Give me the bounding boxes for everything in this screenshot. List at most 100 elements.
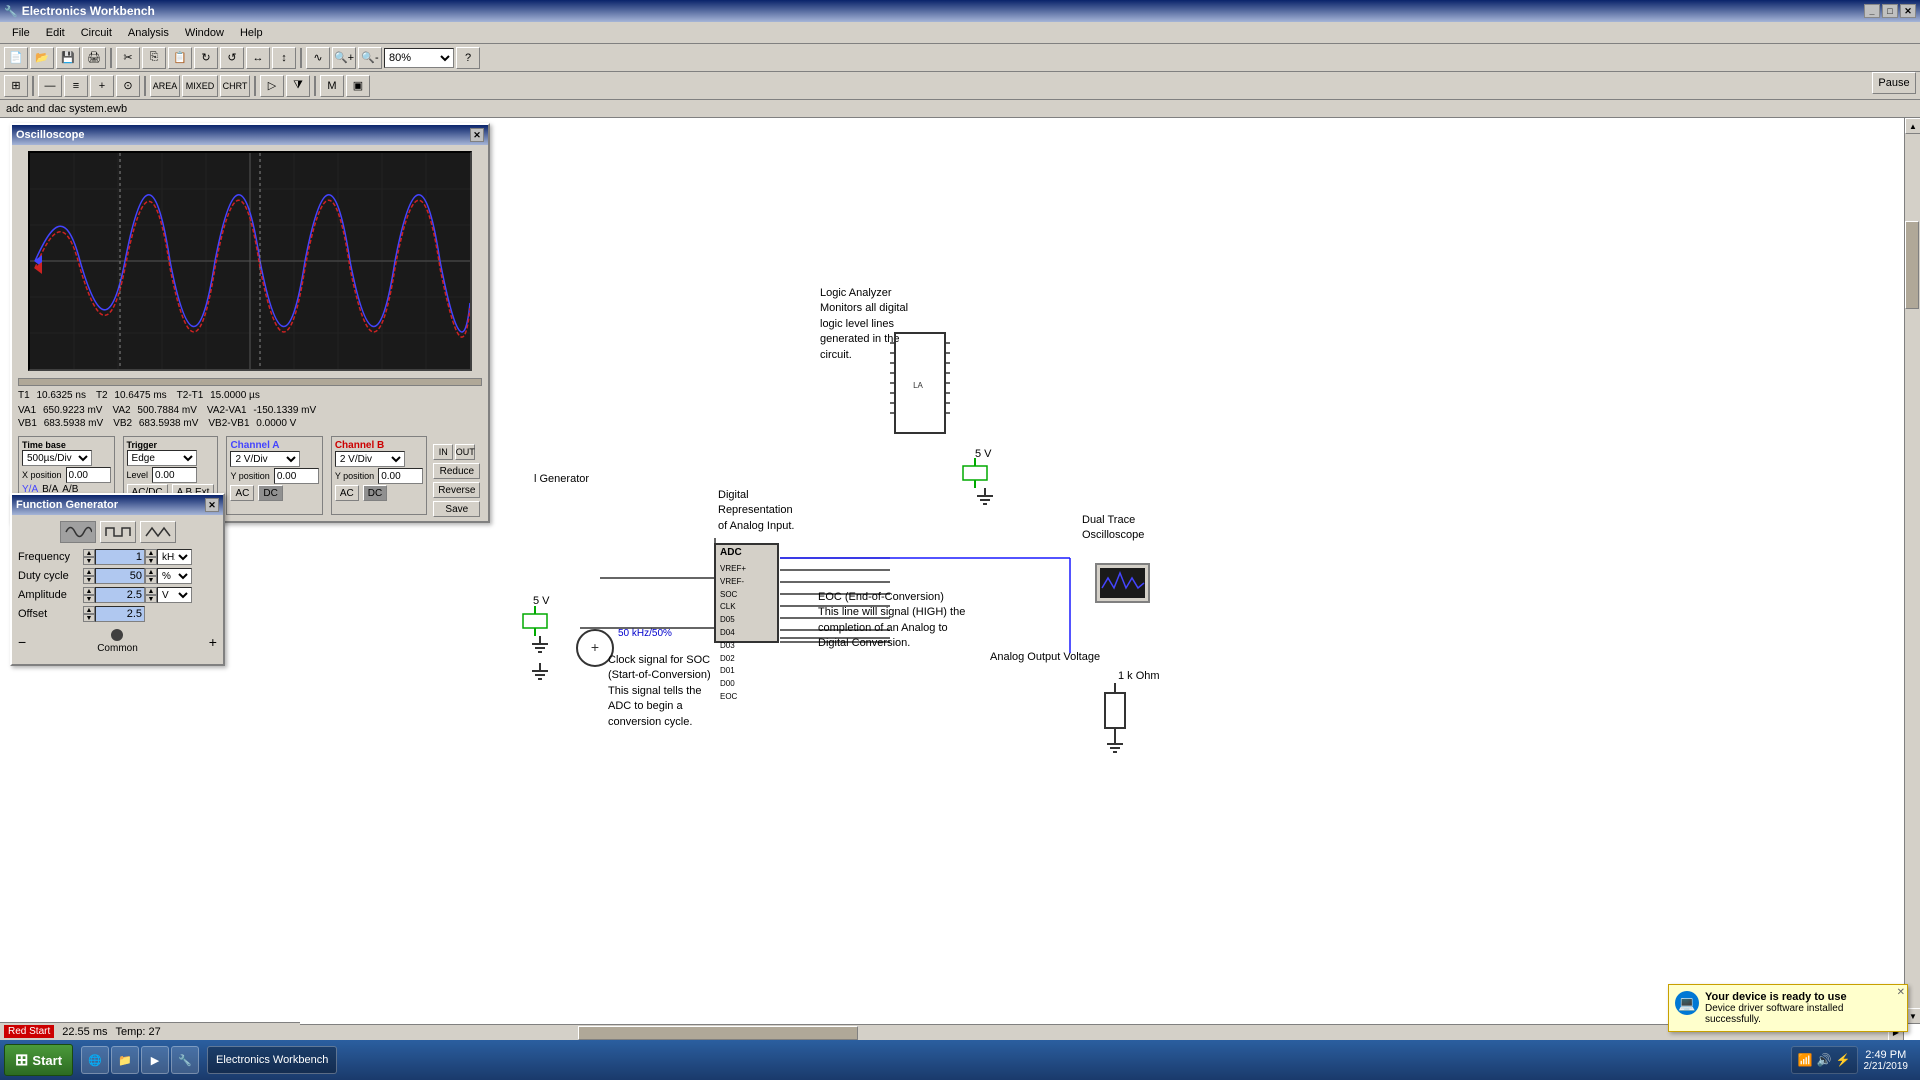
- funcgen-plus-terminal[interactable]: +: [209, 634, 217, 650]
- amp-up[interactable]: ▲: [83, 587, 95, 595]
- notification-subtitle: Device driver software installed success…: [1705, 1003, 1901, 1025]
- reduce-button[interactable]: Reduce: [433, 463, 480, 479]
- trigger-level-input[interactable]: [152, 467, 197, 483]
- scroll-thumb-h[interactable]: [578, 1026, 859, 1040]
- square-wave-button[interactable]: [100, 521, 136, 543]
- offset-up[interactable]: ▲: [83, 606, 95, 614]
- wire-button[interactable]: —: [38, 75, 62, 97]
- sine-wave-button[interactable]: [60, 521, 96, 543]
- minimize-button[interactable]: _: [1864, 4, 1880, 18]
- help-button[interactable]: ?: [456, 47, 480, 69]
- open-button[interactable]: 📂: [30, 47, 54, 69]
- save-button[interactable]: 💾: [56, 47, 80, 69]
- menu-window[interactable]: Window: [177, 25, 232, 41]
- analysis-button[interactable]: ⧩: [286, 75, 310, 97]
- osc-out-button[interactable]: OUT: [455, 444, 475, 460]
- duty-input[interactable]: [95, 568, 145, 584]
- freq-spinner: ▲ ▼: [83, 549, 95, 565]
- pause-button[interactable]: Pause: [1872, 72, 1916, 94]
- amp-input[interactable]: [95, 587, 145, 603]
- triangle-wave-button[interactable]: [140, 521, 176, 543]
- menu-file[interactable]: File: [4, 25, 38, 41]
- chart-btn[interactable]: CHRT: [220, 75, 250, 97]
- zoom-in-button[interactable]: 🔍+: [332, 47, 356, 69]
- duty-unit-down[interactable]: ▼: [145, 576, 157, 584]
- duty-down[interactable]: ▼: [83, 576, 95, 584]
- paste-button[interactable]: 📋: [168, 47, 192, 69]
- common-terminal[interactable]: [111, 629, 123, 641]
- freq-input[interactable]: [95, 549, 145, 565]
- taskbar-active-window[interactable]: Electronics Workbench: [207, 1046, 337, 1074]
- freq-unit-down[interactable]: ▼: [145, 557, 157, 565]
- junction-button[interactable]: +: [90, 75, 114, 97]
- trigger-dropdown[interactable]: Edge Level: [127, 450, 197, 466]
- cha-ypos-input[interactable]: [274, 468, 319, 484]
- print-button[interactable]: 🖨: [82, 47, 106, 69]
- freq-up[interactable]: ▲: [83, 549, 95, 557]
- cha-dc-button[interactable]: DC: [258, 485, 282, 501]
- freq-unit-dropdown[interactable]: kHz Hz MHz: [157, 549, 192, 565]
- funcgen-minus-terminal[interactable]: −: [18, 634, 26, 650]
- mixed-btn[interactable]: MIXED: [182, 75, 218, 97]
- taskbar-explorer-icon[interactable]: 📁: [111, 1046, 139, 1074]
- osc-in-button[interactable]: IN: [433, 444, 453, 460]
- amp-unit-up[interactable]: ▲: [145, 587, 157, 595]
- level-label: Level: [127, 470, 149, 480]
- close-button[interactable]: ✕: [1900, 4, 1916, 18]
- maximize-button[interactable]: □: [1882, 4, 1898, 18]
- menu-help[interactable]: Help: [232, 25, 271, 41]
- osc-close-button[interactable]: ✕: [470, 128, 484, 142]
- amp-down[interactable]: ▼: [83, 595, 95, 603]
- node-button[interactable]: ⊙: [116, 75, 140, 97]
- duty-unit-up[interactable]: ▲: [145, 568, 157, 576]
- duty-unit-dropdown[interactable]: %: [157, 568, 192, 584]
- amp-unit-dropdown[interactable]: V mV: [157, 587, 192, 603]
- scroll-thumb-v[interactable]: [1905, 221, 1919, 308]
- zoom-out-button[interactable]: 🔍-: [358, 47, 382, 69]
- grid-button[interactable]: ⊞: [4, 75, 28, 97]
- timebase-dropdown[interactable]: 500µs/Div 1ms/Div 2ms/Div: [22, 450, 92, 466]
- new-button[interactable]: 📄: [4, 47, 28, 69]
- offset-down[interactable]: ▼: [83, 614, 95, 622]
- area-label[interactable]: AREA: [150, 75, 180, 97]
- bus-button[interactable]: ≡: [64, 75, 88, 97]
- chb-ypos-input[interactable]: [378, 468, 423, 484]
- flip-v-button[interactable]: ↕: [272, 47, 296, 69]
- simulate-button[interactable]: ▷: [260, 75, 284, 97]
- channel-b-vdiv[interactable]: 2 V/Div 1 V/Div 5 V/Div: [335, 451, 405, 467]
- window-controls: _ □ ✕: [1864, 4, 1916, 18]
- monitor-button[interactable]: ▣: [346, 75, 370, 97]
- waveform-button[interactable]: ∿: [306, 47, 330, 69]
- funcgen-close-button[interactable]: ✕: [205, 498, 219, 512]
- taskbar-app-icon[interactable]: 🔧: [171, 1046, 199, 1074]
- chb-ac-button[interactable]: AC: [335, 485, 359, 501]
- start-button[interactable]: ⊞ Start: [4, 1044, 73, 1076]
- cha-ac-button[interactable]: AC: [230, 485, 254, 501]
- notification-close-button[interactable]: ✕: [1897, 987, 1905, 998]
- menu-circuit[interactable]: Circuit: [73, 25, 120, 41]
- zoom-dropdown[interactable]: 80% 50% 60% 70% 90% 100% 125% 150%: [384, 48, 454, 68]
- freq-down[interactable]: ▼: [83, 557, 95, 565]
- flip-h-button[interactable]: ↔: [246, 47, 270, 69]
- scroll-up-arrow[interactable]: ▲: [1905, 118, 1920, 134]
- freq-unit-up[interactable]: ▲: [145, 549, 157, 557]
- vertical-scrollbar[interactable]: ▲ ▼: [1904, 118, 1920, 1024]
- taskbar-ie-icon[interactable]: 🌐: [81, 1046, 109, 1074]
- channel-a-vdiv[interactable]: 2 V/Div 1 V/Div 5 V/Div: [230, 451, 300, 467]
- copy-button[interactable]: ⎘: [142, 47, 166, 69]
- offset-input[interactable]: [95, 606, 145, 622]
- save-osc-button[interactable]: Save: [433, 501, 480, 517]
- rotate-cw-button[interactable]: ↻: [194, 47, 218, 69]
- reverse-button[interactable]: Reverse: [433, 482, 480, 498]
- duty-up[interactable]: ▲: [83, 568, 95, 576]
- osc-scroll[interactable]: [18, 377, 482, 387]
- rotate-ccw-button[interactable]: ↺: [220, 47, 244, 69]
- menu-analysis[interactable]: Analysis: [120, 25, 177, 41]
- cut-button[interactable]: ✂: [116, 47, 140, 69]
- xpos-input[interactable]: [66, 467, 111, 483]
- chb-dc-button[interactable]: DC: [363, 485, 387, 501]
- menu-edit[interactable]: Edit: [38, 25, 73, 41]
- amp-unit-down[interactable]: ▼: [145, 595, 157, 603]
- marker-button[interactable]: M: [320, 75, 344, 97]
- taskbar-media-icon[interactable]: ▶: [141, 1046, 169, 1074]
